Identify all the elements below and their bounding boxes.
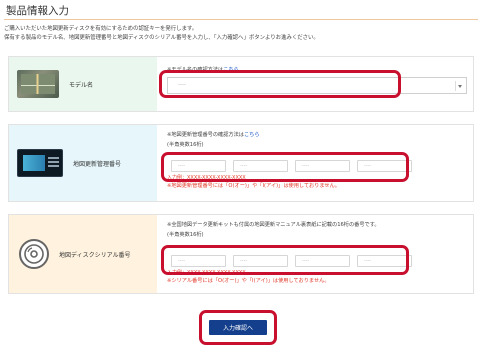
update-number-inputs: ---- ---- ---- ---- [171,160,412,172]
model-name-label: モデル名 [69,81,94,89]
update-number-label-area: 地図更新管理番号 [9,125,157,201]
model-name-select[interactable]: ---- [167,77,467,94]
update-number-field-2[interactable]: ---- [233,160,288,172]
page-title: 製品情報入力 [6,5,69,17]
update-number-field-3[interactable]: ---- [295,160,350,172]
serial-number-field-3[interactable]: ---- [295,255,350,267]
update-number-example: 入力例：XXXX-XXXX-XXXX-XXXX [167,175,246,181]
serial-number-example: 入力例：XXXX-XXXX-XXXX-XXXX [167,270,246,276]
title-divider [4,19,478,20]
update-number-format-note: (半角英数16桁) [167,142,204,148]
disc-icon [19,239,49,269]
intro-line-1: ご購入いただいた地図更新ディスクを有効にするための認証キーを発行します。 [4,26,198,32]
serial-number-section: 地図ディスクシリアル番号 ※全国地図データ更新キットも付属の地図更新マニュアル裏… [8,214,474,294]
intro-text: ご購入いただいた地図更新ディスクを有効にするための認証キーを発行します。 保有す… [4,25,478,42]
update-number-field-1[interactable]: ---- [171,160,226,172]
update-number-help-link[interactable]: こちら [244,132,260,138]
navigation-map-thumbnail [17,70,59,98]
confirm-input-button[interactable]: 入力確認へ [209,320,267,335]
update-number-section: 地図更新管理番号 ※地図更新管理番号の確認方法はこちら (半角英数16桁) --… [8,124,474,202]
serial-number-error: ※シリアル番号には「O(オー)」や「I(アイ)」は使用しておりません。 [167,278,330,284]
serial-number-label: 地図ディスクシリアル番号 [59,251,131,259]
navigation-screen-thumbnail [17,149,63,177]
intro-line-2: 保有する製品のモデル名、地図更新管理番号と地図ディスクのシリアル番号を入力し、「… [4,34,319,41]
model-name-label-area: モデル名 [9,57,157,111]
chevron-down-icon [455,81,463,91]
update-number-note: ※地図更新管理番号の確認方法はこちら [167,131,260,138]
model-name-help-link[interactable]: こちら [223,67,239,73]
model-name-note: ※モデル名の確認方法はこちら [167,66,239,73]
serial-number-format-note: (半角英数16桁) [167,232,204,238]
update-number-field-4[interactable]: ---- [357,160,412,172]
update-number-error: ※地図更新管理番号には「O(オー)」や「I(アイ)」は使用しておりません。 [167,183,340,189]
serial-number-field-2[interactable]: ---- [233,255,288,267]
serial-number-label-area: 地図ディスクシリアル番号 [9,215,157,293]
serial-number-note: ※全国地図データ更新キットも付属の地図更新マニュアル裏表紙に記載の16桁の番号で… [167,222,380,228]
update-number-label: 地図更新管理番号 [73,160,122,168]
model-name-section: モデル名 ※モデル名の確認方法はこちら ---- [8,56,474,112]
update-number-note-text: ※地図更新管理番号の確認方法は [167,132,244,138]
serial-number-field-1[interactable]: ---- [171,255,226,267]
serial-number-inputs: ---- ---- ---- ---- [171,255,412,267]
model-name-select-value: ---- [178,82,186,88]
model-name-note-text: ※モデル名の確認方法は [167,67,224,73]
serial-number-field-4[interactable]: ---- [357,255,412,267]
